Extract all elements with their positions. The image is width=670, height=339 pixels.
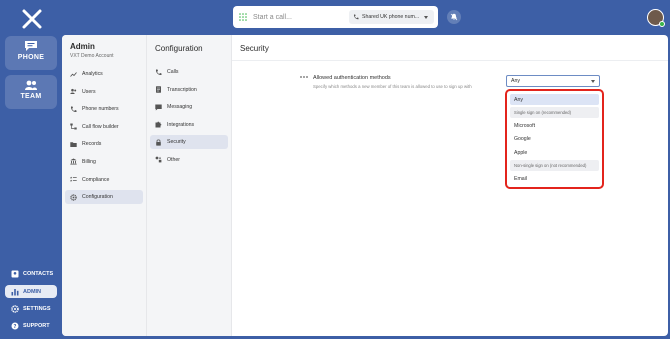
rail-phone-label: PHONE xyxy=(17,54,45,61)
rail-support-label: SUPPORT xyxy=(23,322,50,329)
admin-nav-label: Records xyxy=(82,141,102,148)
admin-nav-users[interactable]: Users xyxy=(65,85,143,99)
admin-nav-label: Analytics xyxy=(82,71,103,77)
group-header-non-sso: Non-single sign on (not recommended) xyxy=(510,160,599,172)
contacts-icon xyxy=(11,270,19,277)
flow-icon xyxy=(70,123,77,130)
option-email[interactable]: Email xyxy=(510,174,599,185)
config-nav-calls[interactable]: Calls xyxy=(150,65,228,79)
config-nav-integrations[interactable]: Integrations xyxy=(150,118,228,132)
gear-icon xyxy=(70,193,77,201)
chevron-down-icon xyxy=(424,15,429,19)
config-nav-other[interactable]: Other xyxy=(150,153,228,167)
config-nav-label: Transcription xyxy=(167,86,197,93)
config-nav-security[interactable]: Security xyxy=(150,135,228,150)
admin-title: Admin xyxy=(70,42,95,51)
admin-nav-label: Compliance xyxy=(82,176,110,183)
bell-icon xyxy=(450,13,458,21)
caller-number-select[interactable]: Shared UK phone num... xyxy=(349,10,434,24)
phone-icon xyxy=(70,106,77,112)
gear-icon xyxy=(11,304,19,313)
start-call-input[interactable]: Start a call... xyxy=(253,14,343,21)
admin-nav-label: Call flow builder xyxy=(82,123,119,130)
config-nav-label: Other xyxy=(167,156,180,163)
rail-admin-label: ADMIN xyxy=(23,288,42,295)
rail-contacts-link[interactable]: CONTACTS xyxy=(5,267,57,280)
page-title: Security xyxy=(232,35,668,61)
config-nav-messaging[interactable]: Messaging xyxy=(150,100,228,114)
admin-nav-records[interactable]: Records xyxy=(65,137,143,151)
rail-settings-label: SETTINGS xyxy=(23,305,51,312)
admin-nav-call-flow-builder[interactable]: Call flow builder xyxy=(65,120,143,134)
option-google[interactable]: Google xyxy=(510,134,599,145)
bar-chart-icon xyxy=(11,288,19,295)
list-check-icon xyxy=(70,176,77,182)
auth-methods-select[interactable]: Any xyxy=(506,75,600,87)
document-icon xyxy=(156,86,161,93)
admin-nav-billing[interactable]: Billing xyxy=(65,155,143,169)
rail-team-button[interactable]: TEAM xyxy=(5,75,57,109)
chevron-down-icon xyxy=(591,80,595,83)
admin-nav-compliance[interactable]: Compliance xyxy=(65,173,143,187)
puzzle-icon xyxy=(155,121,162,128)
setting-description: Specify which methods a new member of th… xyxy=(313,84,472,89)
setting-label: Allowed authentication methods xyxy=(313,75,391,81)
group-header-sso: Single sign on (recommended) xyxy=(510,107,599,119)
more-dots-icon xyxy=(300,76,308,78)
lock-icon xyxy=(156,139,161,146)
rail-team-label: TEAM xyxy=(20,93,42,100)
admin-nav-label: Users xyxy=(82,88,96,95)
chat-icon xyxy=(25,41,37,51)
select-value: Any xyxy=(511,78,520,84)
auth-methods-dropdown: Any Single sign on (recommended) Microso… xyxy=(505,89,604,189)
option-apple[interactable]: Apple xyxy=(510,147,599,158)
configuration-title: Configuration xyxy=(155,44,203,53)
admin-nav-phone-numbers[interactable]: Phone numbers xyxy=(65,102,143,116)
caller-number-value: Shared UK phone num... xyxy=(362,14,420,20)
notifications-button[interactable] xyxy=(447,10,461,24)
rail-phone-button[interactable]: PHONE xyxy=(5,36,57,70)
rail-contacts-label: CONTACTS xyxy=(23,270,54,277)
config-nav-label: Security xyxy=(167,139,186,146)
rail-support-link[interactable]: ? SUPPORT xyxy=(5,319,57,332)
admin-nav-analytics[interactable]: Analytics xyxy=(65,67,143,81)
trend-icon xyxy=(70,71,77,77)
admin-nav-configuration[interactable]: Configuration xyxy=(65,190,143,205)
admin-nav-label: Billing xyxy=(82,158,96,165)
left-rail: PHONE TEAM CONTACTS ADMIN SETTINGS ? SUP… xyxy=(0,0,62,339)
rail-admin-link[interactable]: ADMIN xyxy=(5,285,57,298)
configuration-sidebar: Configuration Calls Transcription Messag… xyxy=(147,35,232,336)
config-nav-label: Integrations xyxy=(167,121,195,128)
admin-nav-label: Phone numbers xyxy=(82,106,119,113)
config-nav-transcription[interactable]: Transcription xyxy=(150,83,228,97)
config-nav-label: Calls xyxy=(167,69,179,75)
dialpad-icon[interactable] xyxy=(239,13,247,21)
online-status-indicator xyxy=(659,21,665,27)
option-any[interactable]: Any xyxy=(510,94,599,105)
user-avatar[interactable] xyxy=(647,9,665,27)
account-name: VXT Demo Account xyxy=(70,53,114,59)
bank-icon xyxy=(70,158,77,165)
option-microsoft[interactable]: Microsoft xyxy=(510,121,599,132)
call-box: Start a call... Shared UK phone num... xyxy=(233,6,438,28)
message-icon xyxy=(155,104,162,111)
shapes-icon xyxy=(155,157,162,163)
vxt-logo-icon[interactable] xyxy=(21,8,43,30)
phone-icon xyxy=(353,14,359,20)
rail-settings-link[interactable]: SETTINGS xyxy=(5,302,57,315)
svg-text:?: ? xyxy=(14,324,17,330)
phone-icon xyxy=(155,69,162,75)
team-icon xyxy=(25,80,37,90)
admin-nav-label: Configuration xyxy=(82,194,113,201)
users-icon xyxy=(70,88,77,95)
config-nav-label: Messaging xyxy=(167,104,193,111)
admin-sidebar: Admin VXT Demo Account Analytics Users P… xyxy=(62,35,147,336)
folder-icon xyxy=(70,142,77,147)
help-icon: ? xyxy=(11,322,19,330)
